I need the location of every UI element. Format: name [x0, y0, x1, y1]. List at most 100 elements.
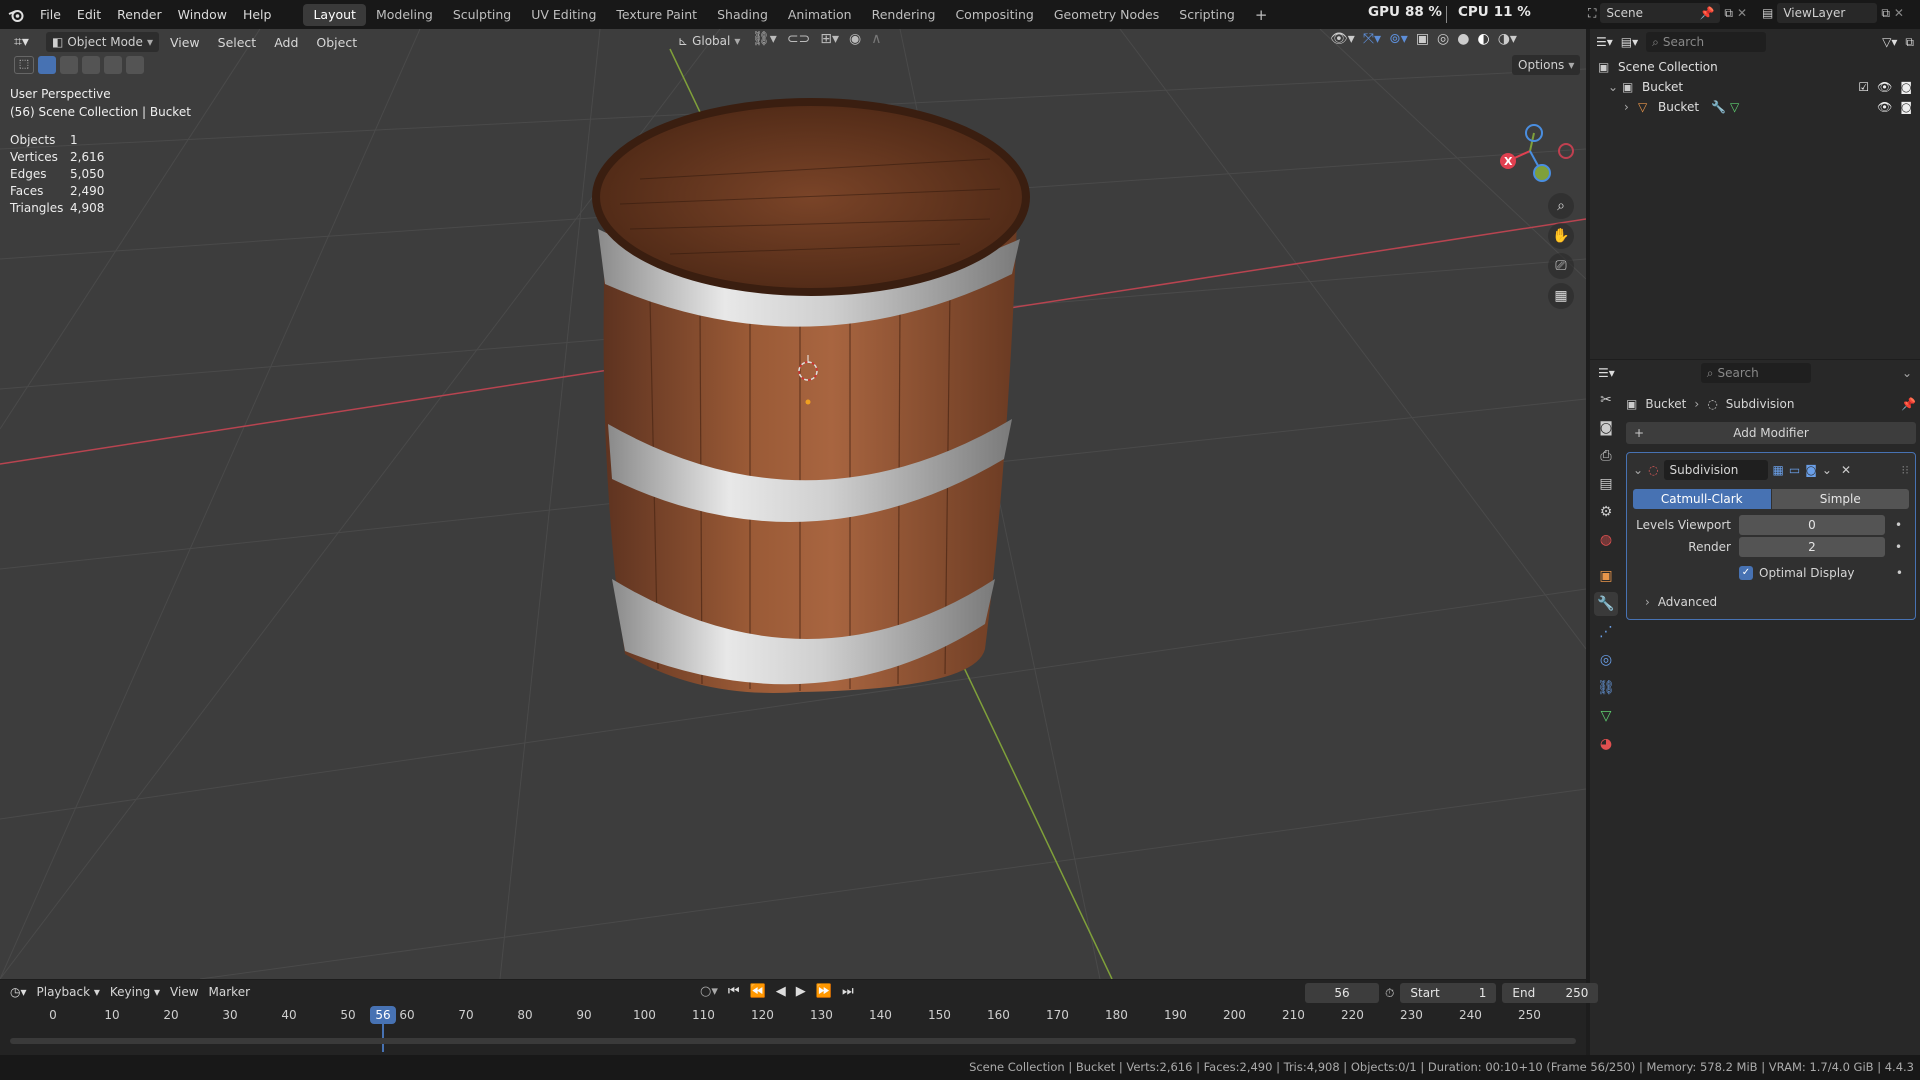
viewport-menu-add[interactable]: Add: [267, 35, 305, 50]
add-workspace-button[interactable]: +: [1245, 4, 1278, 26]
chevron-down-icon[interactable]: ⌄: [1902, 366, 1912, 380]
scene-name-field[interactable]: Scene 📌: [1600, 3, 1721, 23]
proportional-edit-icon[interactable]: ◉: [849, 31, 861, 47]
options-dropdown[interactable]: Options ▾: [1512, 55, 1581, 75]
jump-end-icon[interactable]: ⏭: [842, 984, 854, 999]
timeline-menu-marker[interactable]: Marker: [209, 985, 250, 999]
object-tab-icon[interactable]: ▣: [1594, 564, 1618, 588]
render-tab-icon[interactable]: ◙: [1594, 416, 1618, 440]
delete-view-layer-icon[interactable]: ✕: [1894, 6, 1904, 20]
tab-scripting[interactable]: Scripting: [1169, 4, 1245, 26]
render-camera-icon[interactable]: ◙: [1900, 100, 1912, 114]
visibility-icon[interactable]: 👁▾: [1330, 31, 1355, 47]
playhead-frame-indicator[interactable]: 56: [370, 1006, 396, 1024]
new-collection-icon[interactable]: ⧉: [1905, 35, 1914, 50]
display-mode-icon[interactable]: ▤▾: [1621, 35, 1638, 49]
end-frame-field[interactable]: End 250: [1502, 983, 1599, 1003]
visibility-eye-icon[interactable]: 👁: [1877, 80, 1892, 94]
timeline-ruler[interactable]: 0 10 20 30 40 50 60 70 80 90 100 110 120 130 140 150 160…: [0, 1006, 1586, 1052]
physics-tab-icon[interactable]: ◎: [1594, 648, 1618, 672]
xray-icon[interactable]: ▣: [1416, 31, 1429, 47]
select-tool-icon[interactable]: ⬚: [14, 56, 34, 74]
edit-mode-toggle-icon[interactable]: ▦: [1773, 463, 1784, 477]
timeline-menu-keying[interactable]: Keying ▾: [110, 985, 160, 999]
overlay-toggle-icon[interactable]: ⊚▾: [1389, 31, 1408, 47]
timeline-editor-icon[interactable]: ◷▾: [10, 985, 27, 999]
tab-texture-paint[interactable]: Texture Paint: [606, 4, 707, 26]
wireframe-shading-icon[interactable]: ◎: [1437, 31, 1449, 47]
play-reverse-icon[interactable]: ◀: [776, 984, 786, 999]
viewport-menu-object[interactable]: Object: [309, 35, 364, 50]
outliner-editor-icon[interactable]: ☰▾: [1596, 35, 1613, 49]
3d-viewport[interactable]: X ⌕ ✋ ⎚ ▦ User Perspective (56) Scene Co…: [0, 29, 1586, 979]
view-layer-selector[interactable]: ▤ ViewLayer ⧉ ✕: [1762, 3, 1904, 23]
zoom-icon[interactable]: ⌕: [1548, 193, 1574, 219]
keyframe-dot-icon[interactable]: •: [1895, 518, 1902, 532]
delete-scene-icon[interactable]: ✕: [1737, 6, 1747, 20]
modifier-menu-chevron-icon[interactable]: ⌄: [1822, 463, 1832, 477]
outliner-row-object[interactable]: › ▽ Bucket 🔧 ▽ 👁 ◙: [1598, 97, 1912, 117]
scene-selector[interactable]: ⛶ Scene 📌 ⧉ ✕: [1588, 3, 1747, 23]
select-intersect-icon[interactable]: [126, 56, 144, 74]
tab-compositing[interactable]: Compositing: [945, 4, 1043, 26]
chevron-right-icon[interactable]: ›: [1624, 100, 1638, 114]
levels-viewport-field[interactable]: 0: [1739, 515, 1885, 535]
keyframe-dot-icon[interactable]: •: [1895, 540, 1902, 554]
gizmo-toggle-icon[interactable]: ⤧▾: [1363, 31, 1381, 47]
modifier-name-field[interactable]: Subdivision: [1663, 460, 1768, 480]
rendered-shading-icon[interactable]: ◑▾: [1498, 31, 1517, 47]
select-new-icon[interactable]: [38, 56, 56, 74]
camera-view-icon[interactable]: ⎚: [1548, 253, 1574, 279]
menu-help[interactable]: Help: [235, 4, 280, 26]
menu-render[interactable]: Render: [109, 4, 170, 26]
tab-sculpting[interactable]: Sculpting: [443, 4, 521, 26]
view-layer-field[interactable]: ViewLayer: [1777, 3, 1878, 23]
timeline-menu-playback[interactable]: Playback ▾: [37, 985, 100, 999]
keyframe-dot-icon[interactable]: •: [1896, 566, 1903, 580]
menu-edit[interactable]: Edit: [69, 4, 109, 26]
snap-target-icon[interactable]: ⊞▾: [820, 31, 839, 47]
timeline-scrollbar[interactable]: [10, 1038, 1576, 1044]
select-subtract-icon[interactable]: [82, 56, 100, 74]
tab-shading[interactable]: Shading: [707, 4, 778, 26]
auto-keying-icon[interactable]: ○▾: [700, 984, 718, 999]
tab-animation[interactable]: Animation: [778, 4, 862, 26]
chevron-down-icon[interactable]: ⌄: [1608, 80, 1622, 94]
tab-layout[interactable]: Layout: [303, 3, 366, 26]
material-tab-icon[interactable]: ◕: [1594, 732, 1618, 756]
optimal-display-checkbox[interactable]: ✓: [1739, 566, 1753, 580]
tool-tab-icon[interactable]: ✂: [1594, 388, 1618, 412]
blender-logo-icon[interactable]: [0, 4, 32, 26]
close-icon[interactable]: ✕: [1841, 463, 1851, 477]
tab-geometry-nodes[interactable]: Geometry Nodes: [1044, 4, 1169, 26]
scene-tab-icon[interactable]: ⚙: [1594, 500, 1618, 524]
pin-icon[interactable]: 📌: [1901, 397, 1916, 411]
menu-window[interactable]: Window: [170, 4, 235, 26]
collapse-chevron-icon[interactable]: ⌄: [1633, 463, 1643, 477]
outliner-search-input[interactable]: ⌕ Search: [1646, 32, 1767, 52]
falloff-icon[interactable]: ∧: [871, 31, 881, 47]
material-shading-icon[interactable]: ◐: [1477, 31, 1489, 47]
select-extend-icon[interactable]: [60, 56, 78, 74]
current-frame-field[interactable]: 56: [1305, 983, 1379, 1003]
timeline-menu-view[interactable]: View: [170, 985, 198, 999]
constraints-tab-icon[interactable]: ⛓: [1594, 676, 1618, 700]
transform-orientation[interactable]: ⊾ Global ▾: [672, 31, 746, 51]
modifier-wrench-icon[interactable]: 🔧: [1711, 100, 1726, 114]
prev-keyframe-icon[interactable]: ⏪: [750, 984, 766, 999]
data-tab-icon[interactable]: ▽: [1594, 704, 1618, 728]
properties-editor-icon[interactable]: ☰▾: [1598, 366, 1615, 380]
next-keyframe-icon[interactable]: ⏩: [816, 984, 832, 999]
render-levels-field[interactable]: 2: [1739, 537, 1885, 557]
viewport-toggle-icon[interactable]: ▭: [1789, 463, 1800, 477]
visibility-eye-icon[interactable]: 👁: [1877, 100, 1892, 114]
start-frame-field[interactable]: Start 1: [1400, 983, 1497, 1003]
world-tab-icon[interactable]: ◍: [1594, 528, 1618, 552]
render-toggle-icon[interactable]: ◙: [1805, 463, 1817, 477]
editor-type-icon[interactable]: ⌗▾: [14, 34, 42, 50]
view-layer-tab-icon[interactable]: ▤: [1594, 472, 1618, 496]
pan-hand-icon[interactable]: ✋: [1548, 223, 1574, 249]
snap-magnet-icon[interactable]: ⊂⊃: [787, 31, 810, 47]
drag-handle-icon[interactable]: ⁝⁝: [1901, 463, 1909, 477]
play-icon[interactable]: ▶: [796, 984, 806, 999]
